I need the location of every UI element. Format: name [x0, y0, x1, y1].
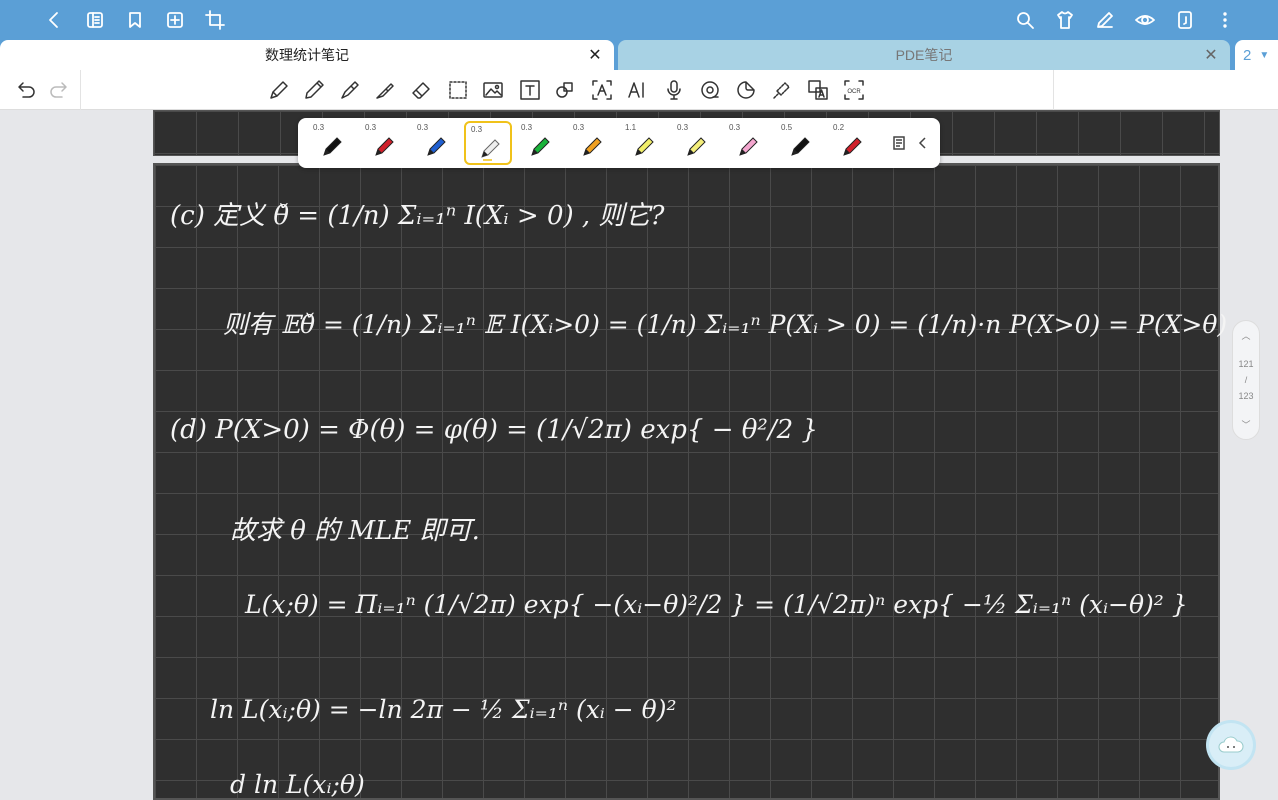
- current-page: 121: [1238, 359, 1254, 369]
- add-page-icon[interactable]: [163, 8, 187, 32]
- page-navigator: ︿ 121 / 123 ﹀: [1232, 320, 1260, 440]
- pen-icon: [843, 137, 862, 156]
- undo-icon[interactable]: [14, 78, 38, 102]
- page-separator: /: [1244, 375, 1248, 385]
- handwriting-line-loglikelihood: ln L(xᵢ;θ) = −ln 2π − ½ Σᵢ₌₁ⁿ (xᵢ − θ)²: [210, 695, 677, 724]
- tab-label: 数理统计笔记: [265, 47, 349, 63]
- text-box-icon[interactable]: [518, 78, 542, 102]
- pen-icon: [323, 137, 342, 156]
- page-up-icon[interactable]: ︿: [1241, 329, 1250, 342]
- pen-slot[interactable]: 0.3: [724, 121, 772, 165]
- page-counter: 121 / 123: [1238, 356, 1253, 404]
- back-icon[interactable]: [42, 8, 66, 32]
- pen-width-label: 0.5: [781, 123, 793, 132]
- laser-pointer-icon[interactable]: [770, 78, 794, 102]
- pen-slot[interactable]: 0.3: [568, 121, 616, 165]
- assistant-button[interactable]: [1209, 723, 1253, 767]
- crop-icon[interactable]: [203, 8, 227, 32]
- pen-settings-icon[interactable]: [1093, 8, 1117, 32]
- svg-text:OCR: OCR: [847, 89, 861, 95]
- chevron-down-icon: ▼: [1259, 49, 1270, 61]
- brush-pen-icon[interactable]: [338, 78, 362, 102]
- tab-label: PDE笔记: [895, 47, 953, 63]
- pen-icon: [635, 137, 654, 156]
- tab-count: 2: [1243, 46, 1252, 64]
- pen-width-label: 1.1: [625, 123, 637, 132]
- note-page[interactable]: (c) 定义 θ̌ = (1/n) Σᵢ₌₁ⁿ I(Xᵢ > 0) , 则它? …: [153, 163, 1227, 800]
- pen-width-label: 0.3: [573, 123, 585, 132]
- pen-toolbar: 0.3 0.3 0.3 0.3 0.3 0.3 1.1 0.3 0.3 0.5 0.2: [298, 118, 940, 168]
- pen-slot[interactable]: 0.5: [776, 121, 824, 165]
- lasso-select-icon[interactable]: [446, 78, 470, 102]
- tab-math-stats[interactable]: 数理统计笔记 ✕: [0, 40, 614, 70]
- pen-width-label: 0.3: [521, 123, 533, 132]
- close-icon[interactable]: ✕: [586, 46, 604, 64]
- pen-slot[interactable]: 0.3: [412, 121, 460, 165]
- pen-icon: [427, 137, 446, 156]
- pen-slot[interactable]: 0.3: [672, 121, 720, 165]
- close-icon[interactable]: ✕: [1202, 46, 1220, 64]
- notebook-icon[interactable]: [83, 8, 107, 32]
- image-icon[interactable]: [481, 78, 505, 102]
- pen-width-label: 0.3: [729, 123, 741, 132]
- ocr-icon[interactable]: OCR: [842, 78, 866, 102]
- tablet-icon[interactable]: [1173, 8, 1197, 32]
- tab-pde[interactable]: PDE笔记 ✕: [618, 40, 1230, 70]
- tab-bar: 数理统计笔记 ✕ PDE笔记 ✕ 2 ▼: [0, 40, 1278, 70]
- pen-icon: [481, 139, 500, 161]
- pen-slot[interactable]: 0.3: [308, 121, 356, 165]
- microphone-icon[interactable]: [662, 78, 686, 102]
- handwriting-line-expectation: 则有 𝔼θ̌ = (1/n) Σᵢ₌₁ⁿ 𝔼 I(Xᵢ>0) = (1/n) Σ…: [223, 310, 1228, 339]
- text-recognition-icon[interactable]: [590, 78, 614, 102]
- page-down-icon[interactable]: ﹀: [1241, 418, 1250, 431]
- collapse-chevron-icon[interactable]: [914, 134, 932, 152]
- pen-slot[interactable]: 0.2: [828, 121, 876, 165]
- pen-width-label: 0.3: [677, 123, 689, 132]
- divider: [80, 70, 81, 110]
- tool-bar: OCR: [0, 70, 1278, 110]
- handwriting-line-c: (c) 定义 θ̌ = (1/n) Σᵢ₌₁ⁿ I(Xᵢ > 0) , 则它?: [170, 201, 665, 231]
- pen-width-label: 0.2: [833, 123, 845, 132]
- fountain-pen-icon[interactable]: [267, 78, 291, 102]
- redo-icon[interactable]: [47, 78, 71, 102]
- pen-slot[interactable]: 0.3: [516, 121, 564, 165]
- total-pages: 123: [1238, 391, 1254, 401]
- pen-icon: [583, 137, 602, 156]
- divider: [1053, 70, 1054, 110]
- pen-width-label: 0.3: [313, 123, 325, 132]
- sticker-icon[interactable]: [734, 78, 758, 102]
- pen-slot[interactable]: 0.3: [360, 121, 408, 165]
- handwriting-line-derivative: d ln L(xᵢ;θ): [230, 770, 365, 799]
- pen-width-label: 0.3: [417, 123, 429, 132]
- pen-icon: [531, 137, 550, 156]
- pen-icon: [687, 137, 706, 156]
- handwriting-line-d: (d) P(X>0) = Φ(θ) = φ(θ) = (1/√2π) exp{ …: [170, 415, 818, 445]
- pen-icon: [375, 137, 394, 156]
- handwriting-line-mle: 故求 θ 的 MLE 即可.: [230, 516, 480, 546]
- theme-shirt-icon[interactable]: [1053, 8, 1077, 32]
- highlighter-icon[interactable]: [373, 78, 397, 102]
- pen-icon: [791, 137, 810, 156]
- search-icon[interactable]: [1013, 8, 1037, 32]
- handwriting-line-likelihood: L(x;θ) = Πᵢ₌₁ⁿ (1/√2π) exp{ −(xᵢ−θ)²/2 }…: [245, 590, 1188, 619]
- pen-icon: [739, 137, 758, 156]
- eraser-icon[interactable]: [409, 78, 433, 102]
- audio-record-icon[interactable]: [698, 78, 722, 102]
- shape-icon[interactable]: [553, 78, 577, 102]
- pen-list-icon[interactable]: [890, 134, 908, 152]
- more-menu-icon[interactable]: [1213, 8, 1237, 32]
- pen-slot[interactable]: 1.1: [620, 121, 668, 165]
- pen-slot[interactable]: 0.3: [464, 121, 512, 165]
- translate-icon[interactable]: [806, 78, 830, 102]
- pencil-icon[interactable]: [302, 78, 326, 102]
- top-app-bar: [0, 0, 1278, 40]
- cloud-icon: [1218, 736, 1244, 753]
- eye-icon[interactable]: [1133, 8, 1157, 32]
- tab-count-button[interactable]: 2 ▼: [1235, 40, 1278, 70]
- ai-icon[interactable]: [626, 78, 650, 102]
- bookmark-icon[interactable]: [123, 8, 147, 32]
- pen-width-label: 0.3: [365, 123, 377, 132]
- pen-width-label: 0.3: [471, 125, 483, 134]
